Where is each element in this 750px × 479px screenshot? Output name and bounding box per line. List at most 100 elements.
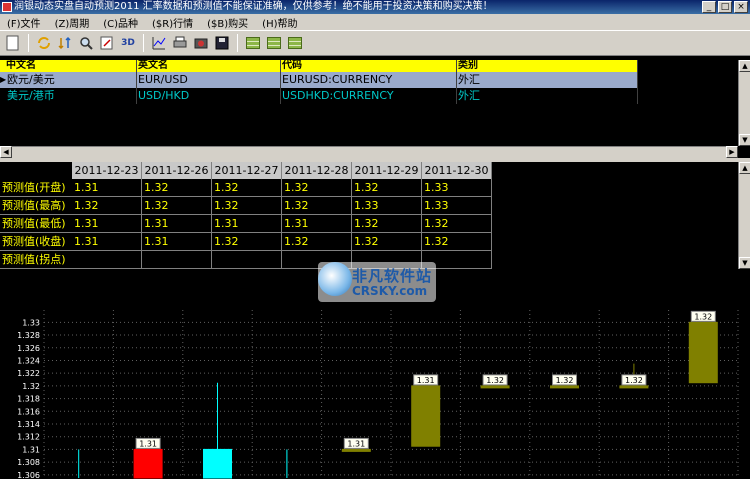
maximize-button[interactable]: □ bbox=[718, 1, 732, 13]
candle-value-label: 1.31 bbox=[347, 439, 365, 448]
refresh-icon[interactable] bbox=[35, 34, 53, 52]
forecast-cell: 1.31 bbox=[72, 215, 142, 233]
minimize-button[interactable]: _ bbox=[702, 1, 716, 13]
date-header[interactable]: 2011-12-28 bbox=[282, 162, 352, 179]
instrument-table: 中文名 英文名 代码 类别 ▶ 欧元/美元 EUR/USD EURUSD:CUR… bbox=[0, 60, 738, 146]
scroll-down-icon[interactable]: ▼ bbox=[739, 134, 750, 146]
header-category[interactable]: 类别 bbox=[458, 60, 478, 72]
column-divider bbox=[456, 60, 457, 104]
table-green-icon[interactable] bbox=[286, 34, 304, 52]
print-icon[interactable] bbox=[171, 34, 189, 52]
y-tick-label: 1.316 bbox=[17, 407, 40, 416]
forecast-cell: 1.32 bbox=[422, 233, 492, 251]
candle-body bbox=[619, 385, 649, 389]
forecast-row-label: 预测值(最低) bbox=[0, 215, 72, 233]
date-header[interactable]: 2011-12-29 bbox=[352, 162, 422, 179]
forecast-cell: 1.32 bbox=[282, 179, 352, 197]
scroll-down-icon[interactable]: ▼ bbox=[739, 257, 750, 269]
table-green-icon[interactable] bbox=[265, 34, 283, 52]
window-title: 润银动态实盘自动预测2011 汇率数据和预测值不能保证准确，仅供参考！绝不能用于… bbox=[14, 1, 493, 12]
forecast-cell bbox=[212, 251, 282, 269]
y-tick-label: 1.324 bbox=[17, 356, 40, 365]
scroll-right-icon[interactable]: ▶ bbox=[726, 146, 738, 158]
menu-help[interactable]: (H)帮助 bbox=[259, 15, 300, 30]
menu-quotes[interactable]: ($R)行情 bbox=[149, 15, 196, 30]
forecast-cell: 1.32 bbox=[212, 197, 282, 215]
title-bar: 润银动态实盘自动预测2011 汇率数据和预测值不能保证准确，仅供参考！绝不能用于… bbox=[0, 0, 750, 14]
date-header[interactable]: 2011-12-27 bbox=[212, 162, 282, 179]
candle-body bbox=[480, 385, 510, 389]
menu-file[interactable]: (F)文件 bbox=[4, 15, 44, 30]
forecast-vertical-scrollbar[interactable]: ▲ ▼ bbox=[738, 162, 750, 269]
row-pointer-icon: ▶ bbox=[0, 75, 7, 84]
candle-value-label: 1.32 bbox=[486, 376, 504, 385]
forecast-row-label: 预测值(最高) bbox=[0, 197, 72, 215]
column-divider bbox=[136, 60, 137, 104]
save-icon[interactable] bbox=[213, 34, 231, 52]
menu-purchase[interactable]: ($B)购买 bbox=[204, 15, 251, 30]
chart-icon[interactable] bbox=[150, 34, 168, 52]
forecast-cell: 1.32 bbox=[352, 233, 422, 251]
candle-body bbox=[203, 448, 232, 479]
forecast-cell: 1.32 bbox=[352, 179, 422, 197]
y-tick-label: 1.312 bbox=[17, 433, 40, 442]
candle-body bbox=[341, 448, 371, 452]
y-tick-label: 1.314 bbox=[17, 420, 40, 429]
table-green-icon[interactable] bbox=[244, 34, 262, 52]
cell-code: EURUSD:CURRENCY bbox=[282, 73, 393, 86]
3d-button[interactable]: 3D bbox=[119, 34, 137, 52]
camera-icon[interactable] bbox=[192, 34, 210, 52]
forecast-cell: 1.32 bbox=[282, 233, 352, 251]
candle-value-label: 1.31 bbox=[139, 439, 157, 448]
menu-period[interactable]: (Z)周期 bbox=[52, 15, 93, 30]
zoom-icon[interactable] bbox=[77, 34, 95, 52]
close-button[interactable]: × bbox=[734, 1, 748, 13]
forecast-cell: 1.33 bbox=[352, 197, 422, 215]
instrument-vertical-scrollbar[interactable]: ▲ ▼ bbox=[738, 60, 750, 146]
toolbar: 3D bbox=[0, 30, 750, 56]
cell-cn-name: 美元/港币 bbox=[7, 89, 55, 102]
new-icon[interactable] bbox=[4, 34, 22, 52]
forecast-cell: 1.33 bbox=[422, 197, 492, 215]
date-header[interactable]: 2011-12-26 bbox=[142, 162, 212, 179]
forecast-cell: 1.31 bbox=[142, 215, 212, 233]
date-header[interactable]: 2011-12-30 bbox=[422, 162, 492, 179]
header-code[interactable]: 代码 bbox=[282, 60, 302, 72]
date-header[interactable]: 2011-12-23 bbox=[72, 162, 142, 179]
forecast-cell: 1.32 bbox=[422, 215, 492, 233]
cell-en-name: USD/HKD bbox=[138, 89, 190, 102]
table-row[interactable]: 美元/港币 USD/HKD USDHKD:CURRENCY 外汇 bbox=[0, 88, 638, 104]
y-tick-label: 1.33 bbox=[22, 318, 40, 327]
candle-value-label: 1.31 bbox=[417, 376, 435, 385]
candle-body bbox=[133, 448, 163, 479]
forecast-cell: 1.32 bbox=[142, 179, 212, 197]
forecast-cell: 1.31 bbox=[142, 233, 212, 251]
instrument-horizontal-scrollbar[interactable]: ◀ ▶ bbox=[0, 146, 738, 158]
candle-value-label: 1.32 bbox=[694, 312, 712, 321]
forecast-cell: 1.32 bbox=[352, 215, 422, 233]
y-tick-label: 1.306 bbox=[17, 471, 40, 479]
forecast-row-label: 预测值(拐点) bbox=[0, 251, 72, 269]
sort-icon[interactable] bbox=[56, 34, 74, 52]
edit-icon[interactable] bbox=[98, 34, 116, 52]
instrument-table-header: 中文名 英文名 代码 类别 bbox=[0, 60, 638, 72]
forecast-cell: 1.32 bbox=[142, 197, 212, 215]
cell-category: 外汇 bbox=[458, 89, 480, 102]
forecast-row-label: 预测值(开盘) bbox=[0, 179, 72, 197]
scroll-up-icon[interactable]: ▲ bbox=[739, 162, 750, 174]
forecast-date-header: 2011-12-23 2011-12-26 2011-12-27 2011-12… bbox=[72, 162, 492, 179]
3d-label: 3D bbox=[121, 38, 135, 48]
cell-category: 外汇 bbox=[458, 73, 480, 86]
scroll-left-icon[interactable]: ◀ bbox=[0, 146, 12, 158]
scroll-up-icon[interactable]: ▲ bbox=[739, 60, 750, 72]
watermark-en-text: CRSKY.com bbox=[352, 284, 428, 298]
forecast-cell: 1.32 bbox=[72, 197, 142, 215]
table-row[interactable]: ▶ 欧元/美元 EUR/USD EURUSD:CURRENCY 外汇 bbox=[0, 72, 638, 88]
app-icon bbox=[2, 2, 12, 12]
header-en-name[interactable]: 英文名 bbox=[138, 60, 168, 72]
header-cn-name[interactable]: 中文名 bbox=[6, 60, 36, 72]
menu-instrument[interactable]: (C)品种 bbox=[100, 15, 141, 30]
candle-value-label: 1.32 bbox=[625, 376, 643, 385]
forecast-table: 2011-12-23 2011-12-26 2011-12-27 2011-12… bbox=[0, 162, 738, 269]
candle-value-label: 1.32 bbox=[556, 376, 574, 385]
